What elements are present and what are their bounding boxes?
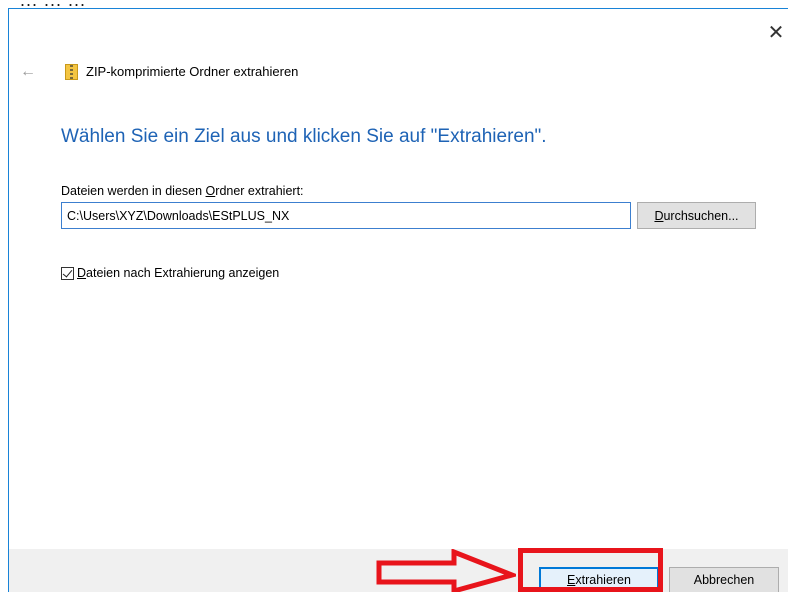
show-files-checkbox[interactable] (61, 266, 74, 280)
background-window: ... ... ... (0, 0, 788, 10)
zip-folder-icon (65, 64, 78, 80)
close-button[interactable]: ✕ (764, 17, 788, 47)
show-files-checkbox-row[interactable]: Dateien nach Extrahierung anzeigen (61, 264, 279, 282)
close-icon: ✕ (767, 21, 785, 44)
dialog-title: ZIP-komprimierte Ordner extrahieren (86, 64, 299, 79)
destination-label: Dateien werden in diesen Ordner extrahie… (61, 184, 304, 198)
cancel-button[interactable]: Abbrechen (669, 567, 779, 592)
instruction-heading: Wählen Sie ein Ziel aus und klicken Sie … (61, 126, 547, 147)
extract-button[interactable]: Extrahieren (539, 567, 659, 592)
destination-path-value: C:\Users\XYZ\Downloads\EStPLUS_NX (67, 208, 290, 223)
extract-dialog: ✕ ← ZIP-komprimierte Ordner extrahieren … (8, 8, 788, 592)
show-files-checkbox-label: Dateien nach Extrahierung anzeigen (77, 266, 280, 280)
back-arrow-icon[interactable]: ← (19, 61, 37, 83)
dialog-footer: Extrahieren Abbrechen (9, 549, 788, 592)
browse-button[interactable]: Durchsuchen... (637, 202, 756, 229)
dialog-header: ← ZIP-komprimierte Ordner extrahieren (9, 61, 709, 83)
destination-path-input[interactable]: C:\Users\XYZ\Downloads\EStPLUS_NX (61, 202, 631, 229)
